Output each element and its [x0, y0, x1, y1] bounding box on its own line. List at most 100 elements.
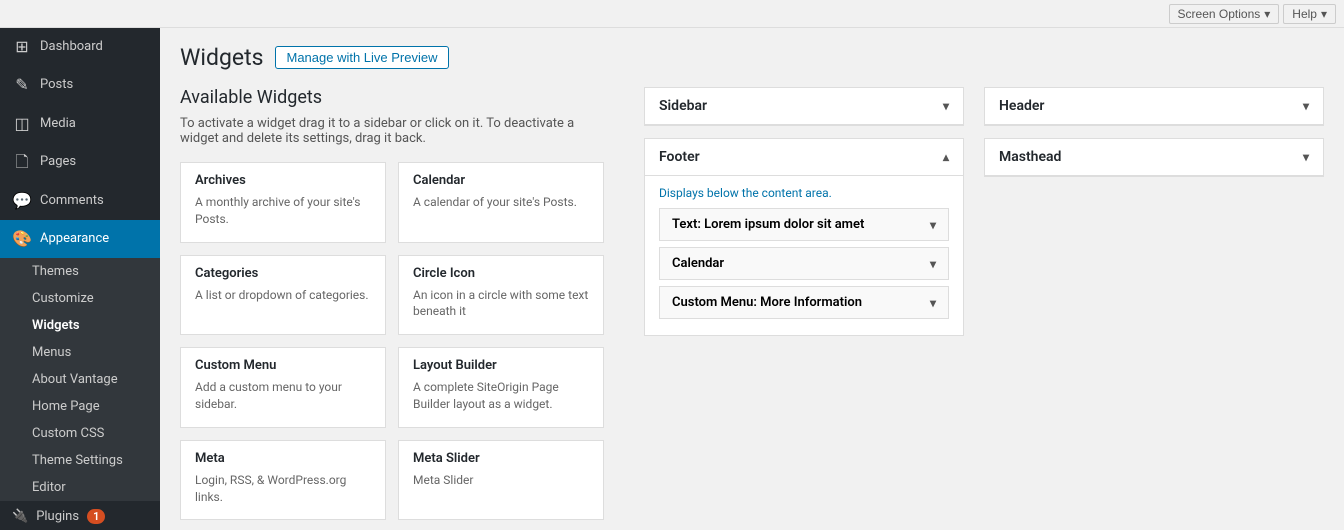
comments-icon: 💬 — [12, 190, 32, 212]
widget-card-layout-builder[interactable]: Layout Builder A complete SiteOrigin Pag… — [398, 347, 604, 428]
header-chevron-icon: ▾ — [1303, 99, 1309, 113]
far-right-panel: Header ▾ Masthead ▾ — [984, 87, 1324, 177]
widget-card-desc: A complete SiteOrigin Page Builder layou… — [413, 379, 589, 413]
app-layout: ⊞ Dashboard ✎ Posts ◫ Media 🗋 Pages 💬 Co… — [0, 28, 1344, 530]
sub-item-about-vantage[interactable]: About Vantage — [0, 366, 160, 393]
footer-widget-custom-menu-label: Custom Menu: More Information — [672, 295, 862, 310]
main-content: Widgets Manage with Live Preview Availab… — [160, 28, 1344, 530]
plugins-label: Plugins — [36, 509, 79, 524]
footer-widget-text-chevron: ▾ — [930, 218, 936, 232]
footer-widget-area: Footer ▴ Displays below the content area… — [644, 138, 964, 336]
footer-chevron-icon: ▴ — [943, 150, 949, 164]
header-widget-area: Header ▾ — [984, 87, 1324, 126]
sub-item-home-page[interactable]: Home Page — [0, 393, 160, 420]
sidebar-item-dashboard[interactable]: ⊞ Dashboard — [0, 28, 160, 66]
widget-card-categories[interactable]: Categories A list or dropdown of categor… — [180, 255, 386, 336]
widget-card-meta[interactable]: Meta Login, RSS, & WordPress.org links. — [180, 440, 386, 521]
sub-item-menus[interactable]: Menus — [0, 339, 160, 366]
sidebar: ⊞ Dashboard ✎ Posts ◫ Media 🗋 Pages 💬 Co… — [0, 28, 160, 530]
widget-card-title: Categories — [195, 266, 371, 281]
available-widgets-title: Available Widgets — [180, 87, 604, 108]
header-widget-area-header[interactable]: Header ▾ — [985, 88, 1323, 125]
help-label: Help — [1292, 7, 1317, 21]
sidebar-item-label: Comments — [40, 192, 104, 210]
manage-live-preview-button[interactable]: Manage with Live Preview — [275, 46, 448, 69]
page-header: Widgets Manage with Live Preview — [180, 44, 1324, 71]
sub-item-customize[interactable]: Customize — [0, 285, 160, 312]
sub-item-editor[interactable]: Editor — [0, 474, 160, 501]
masthead-chevron-icon: ▾ — [1303, 150, 1309, 164]
widgets-grid: Archives A monthly archive of your site'… — [180, 162, 604, 520]
widget-card-circle-icon[interactable]: Circle Icon An icon in a circle with som… — [398, 255, 604, 336]
plugins-badge: 1 — [87, 509, 105, 524]
sidebar-item-plugins[interactable]: 🔌 Plugins 1 — [0, 501, 160, 530]
available-widgets-section: Available Widgets To activate a widget d… — [180, 87, 604, 520]
widget-card-desc: A monthly archive of your site's Posts. — [195, 194, 371, 228]
masthead-widget-area-header[interactable]: Masthead ▾ — [985, 139, 1323, 176]
widget-card-desc: A list or dropdown of categories. — [195, 287, 371, 304]
widget-card-meta-slider[interactable]: Meta Slider Meta Slider — [398, 440, 604, 521]
widget-card-custom-menu[interactable]: Custom Menu Add a custom menu to your si… — [180, 347, 386, 428]
sidebar-item-label: Pages — [40, 153, 76, 171]
masthead-widget-area: Masthead ▾ — [984, 138, 1324, 177]
sidebar-item-label: Posts — [40, 76, 73, 94]
footer-widget-calendar-label: Calendar — [672, 256, 724, 271]
widget-card-desc: Add a custom menu to your sidebar. — [195, 379, 371, 413]
sidebar-item-label: Dashboard — [40, 38, 103, 56]
widget-card-title: Custom Menu — [195, 358, 371, 373]
page-title: Widgets — [180, 44, 263, 71]
footer-widget-text-label: Text: Lorem ipsum dolor sit amet — [672, 217, 864, 232]
footer-widget-area-title: Footer — [659, 149, 700, 165]
header-widget-area-title: Header — [999, 98, 1044, 114]
sub-item-theme-settings[interactable]: Theme Settings — [0, 447, 160, 474]
footer-widget-calendar[interactable]: Calendar ▾ — [659, 247, 949, 280]
widget-card-title: Meta Slider — [413, 451, 589, 466]
footer-widget-area-desc: Displays below the content area. — [659, 186, 949, 200]
help-chevron: ▾ — [1321, 7, 1327, 21]
widget-card-title: Layout Builder — [413, 358, 589, 373]
sub-item-widgets[interactable]: Widgets — [0, 312, 160, 339]
sidebar-widget-area: Sidebar ▾ — [644, 87, 964, 126]
screen-options-button[interactable]: Screen Options ▾ — [1169, 4, 1280, 24]
footer-widget-area-header[interactable]: Footer ▴ — [645, 139, 963, 176]
appearance-icon: 🎨 — [12, 228, 32, 250]
available-widgets-desc: To activate a widget drag it to a sideba… — [180, 116, 604, 146]
sub-item-custom-css[interactable]: Custom CSS — [0, 420, 160, 447]
widget-card-title: Circle Icon — [413, 266, 589, 281]
sidebar-item-pages[interactable]: 🗋 Pages — [0, 143, 160, 181]
sub-item-themes[interactable]: Themes — [0, 258, 160, 285]
screen-options-label: Screen Options — [1178, 7, 1261, 21]
masthead-widget-area-title: Masthead — [999, 149, 1061, 165]
sidebar-item-label: Appearance — [40, 230, 109, 248]
posts-icon: ✎ — [12, 74, 32, 96]
top-bar: Screen Options ▾ Help ▾ — [0, 0, 1344, 28]
pages-icon: 🗋 — [12, 151, 32, 173]
widget-card-calendar[interactable]: Calendar A calendar of your site's Posts… — [398, 162, 604, 243]
sidebar-chevron-icon: ▾ — [943, 99, 949, 113]
sidebar-item-comments[interactable]: 💬 Comments — [0, 182, 160, 220]
widget-card-archives[interactable]: Archives A monthly archive of your site'… — [180, 162, 386, 243]
sidebar-widget-area-header[interactable]: Sidebar ▾ — [645, 88, 963, 125]
right-panel: Sidebar ▾ Footer ▴ Displays below the co… — [624, 87, 964, 336]
sidebar-item-media[interactable]: ◫ Media — [0, 105, 160, 143]
appearance-submenu: Themes Customize Widgets Menus About Van… — [0, 258, 160, 501]
sidebar-item-appearance[interactable]: 🎨 Appearance — [0, 220, 160, 258]
screen-options-chevron: ▾ — [1264, 7, 1270, 21]
widget-card-desc: An icon in a circle with some text benea… — [413, 287, 589, 321]
dashboard-icon: ⊞ — [12, 36, 32, 58]
sidebar-item-label: Media — [40, 115, 76, 133]
widget-card-desc: Meta Slider — [413, 472, 589, 489]
help-button[interactable]: Help ▾ — [1283, 4, 1336, 24]
plugins-icon: 🔌 — [12, 509, 28, 524]
widget-card-desc: Login, RSS, & WordPress.org links. — [195, 472, 371, 506]
footer-widget-custom-menu-chevron: ▾ — [930, 296, 936, 310]
widget-card-title: Calendar — [413, 173, 589, 188]
footer-widget-calendar-chevron: ▾ — [930, 257, 936, 271]
footer-widget-custom-menu[interactable]: Custom Menu: More Information ▾ — [659, 286, 949, 319]
widget-card-title: Archives — [195, 173, 371, 188]
media-icon: ◫ — [12, 113, 32, 135]
footer-widget-area-body: Displays below the content area. Text: L… — [645, 176, 963, 335]
sidebar-widget-area-title: Sidebar — [659, 98, 707, 114]
sidebar-item-posts[interactable]: ✎ Posts — [0, 66, 160, 104]
footer-widget-text[interactable]: Text: Lorem ipsum dolor sit amet ▾ — [659, 208, 949, 241]
